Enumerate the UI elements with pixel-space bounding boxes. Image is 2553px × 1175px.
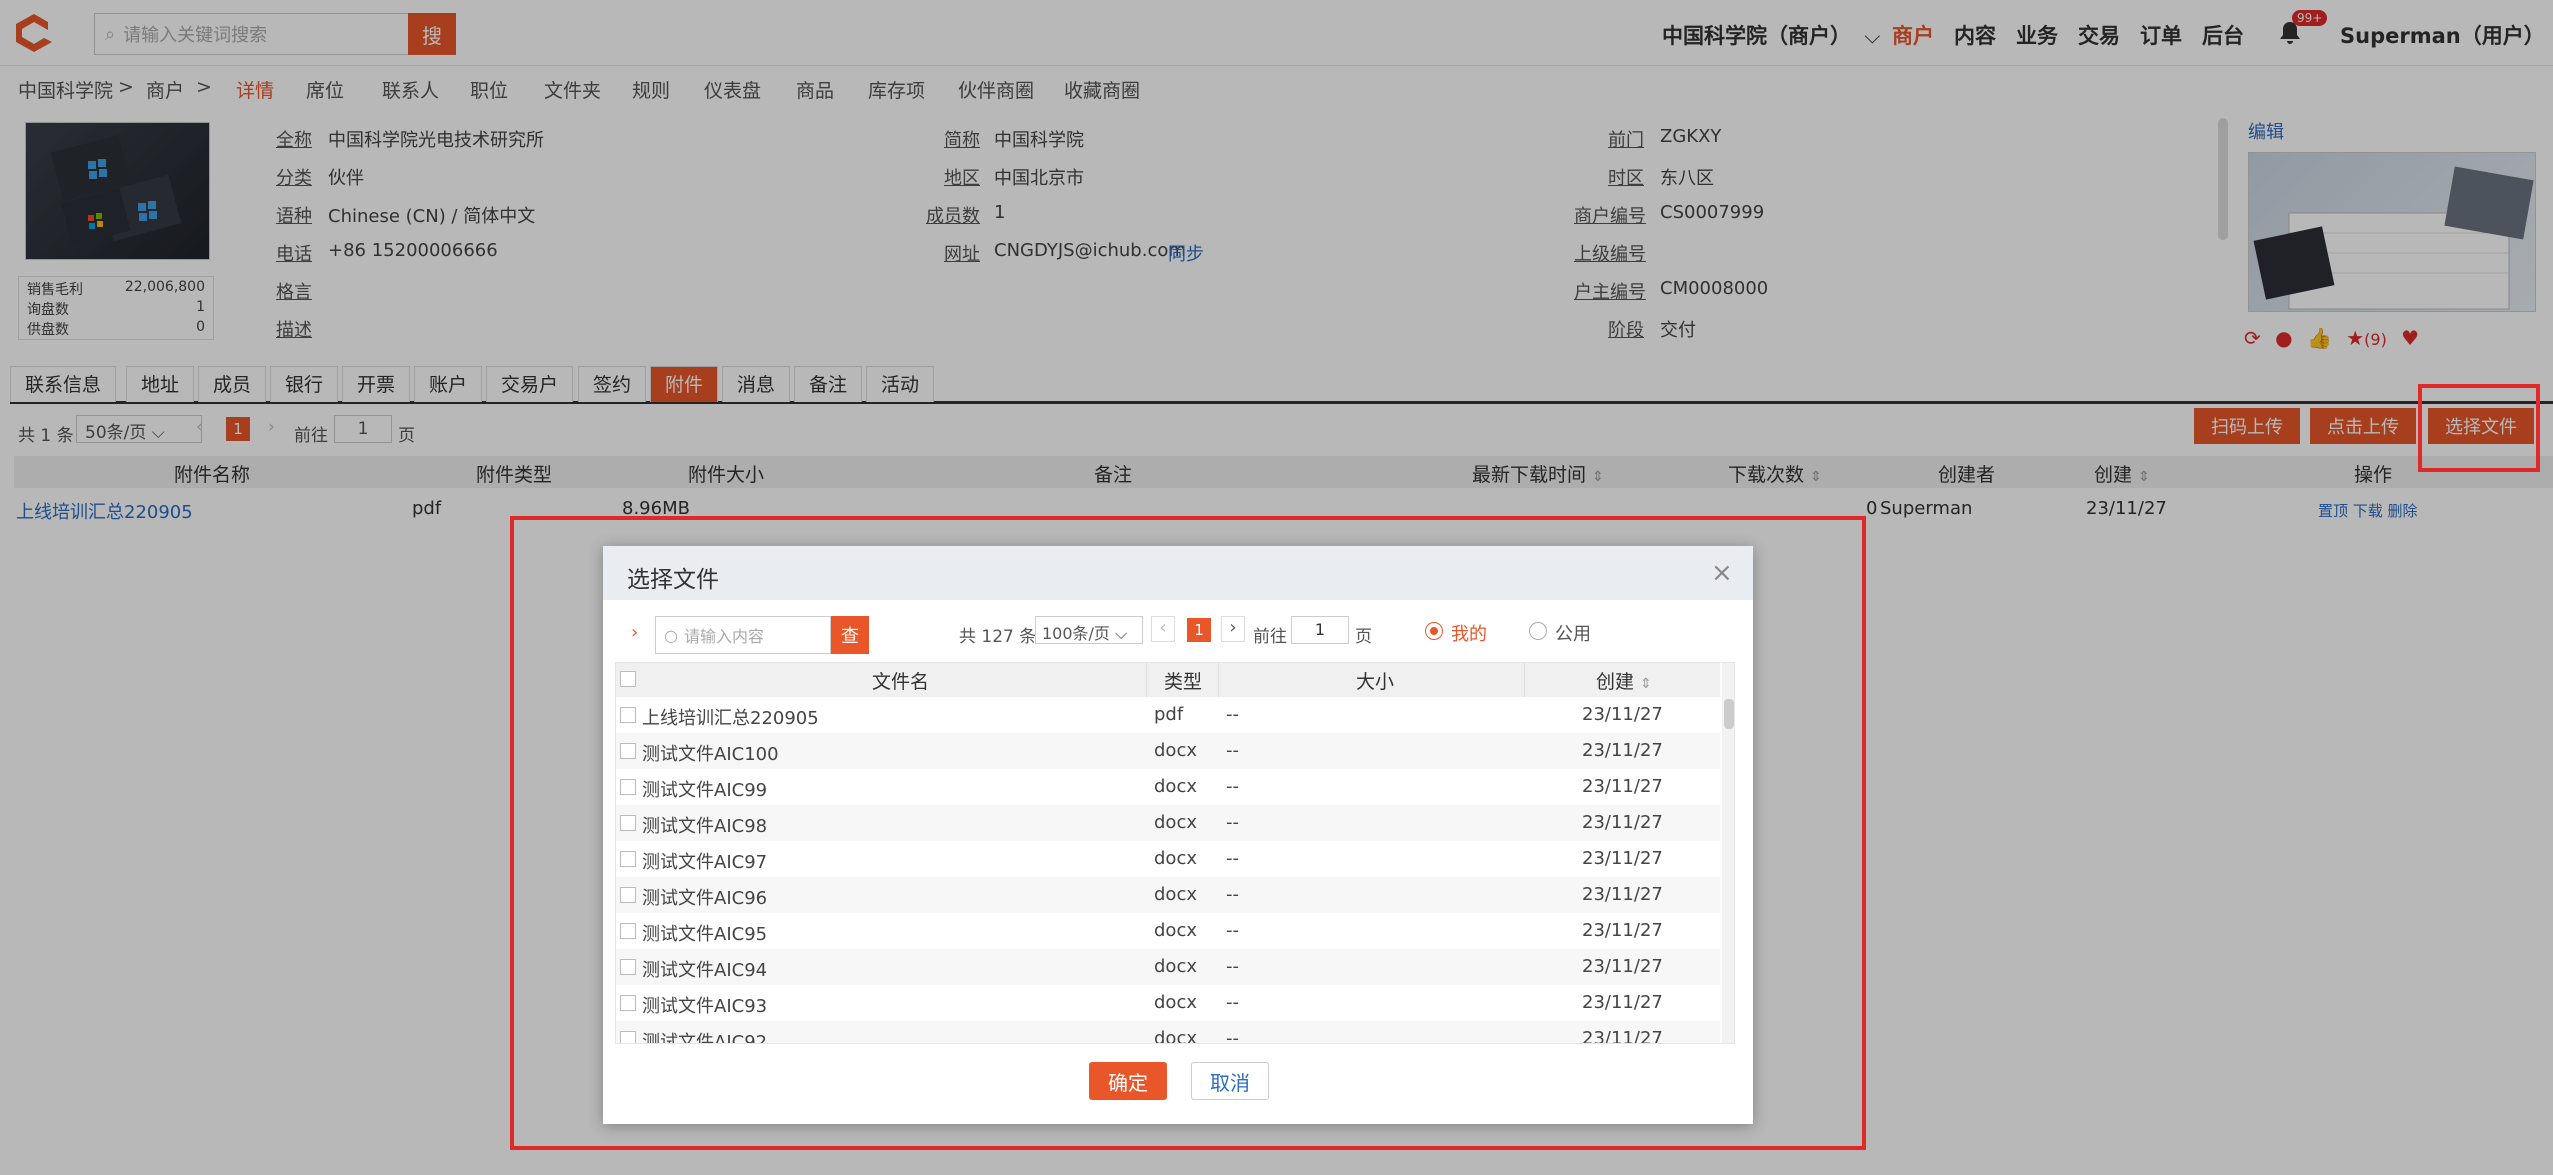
file-size: -- xyxy=(1226,884,1239,905)
file-size: -- xyxy=(1226,812,1239,833)
file-name: 上线培训汇总220905 xyxy=(642,708,819,729)
expand-arrow-icon[interactable]: › xyxy=(631,622,638,643)
file-row[interactable]: 测试文件AIC97 docx -- 23/11/27 xyxy=(616,841,1720,877)
file-type: docx xyxy=(1154,920,1197,941)
file-type: docx xyxy=(1154,956,1197,977)
col-header-filesize: 大小 xyxy=(1356,671,1395,693)
file-row[interactable]: 上线培训汇总220905 pdf -- 23/11/27 xyxy=(616,697,1720,733)
col-header-filetype: 类型 xyxy=(1164,671,1203,693)
radio-public-label: 公用 xyxy=(1555,624,1591,645)
file-size: -- xyxy=(1226,740,1239,761)
file-table-header: 文件名 类型 大小 创建 ⇕ xyxy=(616,663,1720,697)
file-row[interactable]: 测试文件AIC92 docx -- 23/11/27 xyxy=(616,1021,1720,1044)
column-divider xyxy=(1218,663,1219,697)
column-divider xyxy=(1524,663,1525,697)
file-table: 文件名 类型 大小 创建 ⇕ 上线培训汇总220905 pdf -- 23/11… xyxy=(615,662,1735,1044)
file-created: 23/11/27 xyxy=(1582,992,1663,1013)
file-name: 测试文件AIC92 xyxy=(642,1032,768,1044)
column-divider xyxy=(1146,663,1147,697)
dialog-per-page-select[interactable]: 100条/页 ⌵ xyxy=(1035,616,1143,644)
row-checkbox[interactable] xyxy=(620,851,636,867)
file-size: -- xyxy=(1226,848,1239,869)
file-row[interactable]: 测试文件AIC95 docx -- 23/11/27 xyxy=(616,913,1720,949)
row-checkbox[interactable] xyxy=(620,1031,636,1043)
close-icon[interactable]: × xyxy=(1711,558,1733,588)
file-size: -- xyxy=(1226,776,1239,797)
file-created: 23/11/27 xyxy=(1582,884,1663,905)
dialog-goto-label: 前往 xyxy=(1253,627,1287,647)
file-name: 测试文件AIC95 xyxy=(642,924,768,945)
file-created: 23/11/27 xyxy=(1582,812,1663,833)
dialog-prev-page-icon[interactable]: ‹ xyxy=(1151,616,1175,642)
file-created: 23/11/27 xyxy=(1582,704,1663,725)
file-size: -- xyxy=(1226,704,1239,725)
file-row[interactable]: 测试文件AIC94 docx -- 23/11/27 xyxy=(616,949,1720,985)
chevron-down-icon: ⌵ xyxy=(1115,624,1128,643)
file-size: -- xyxy=(1226,992,1239,1013)
radio-mine-label: 我的 xyxy=(1451,624,1487,645)
file-created: 23/11/27 xyxy=(1582,776,1663,797)
dialog-goto-page-input[interactable]: 1 xyxy=(1291,616,1349,644)
file-size: -- xyxy=(1226,920,1239,941)
dialog-total-count: 共 127 条 xyxy=(959,627,1037,647)
file-row[interactable]: 测试文件AIC98 docx -- 23/11/27 xyxy=(616,805,1720,841)
dialog-header: 选择文件 × xyxy=(603,546,1753,600)
file-row[interactable]: 测试文件AIC99 docx -- 23/11/27 xyxy=(616,769,1720,805)
file-table-scroll-thumb[interactable] xyxy=(1724,699,1734,729)
dialog-search-button[interactable]: 查 xyxy=(831,616,869,654)
row-checkbox[interactable] xyxy=(620,995,636,1011)
file-size: -- xyxy=(1226,956,1239,977)
dialog-title: 选择文件 xyxy=(627,567,719,593)
col-header-filename: 文件名 xyxy=(872,671,930,693)
radio-public-circle xyxy=(1529,622,1547,640)
file-name: 测试文件AIC96 xyxy=(642,888,768,909)
file-name: 测试文件AIC94 xyxy=(642,960,768,981)
col-header-label: 创建 xyxy=(1596,671,1635,693)
file-name: 测试文件AIC99 xyxy=(642,780,768,801)
cancel-button[interactable]: 取消 xyxy=(1191,1062,1269,1100)
file-name: 测试文件AIC93 xyxy=(642,996,768,1017)
radio-mine-circle xyxy=(1425,622,1443,640)
file-type: docx xyxy=(1154,992,1197,1013)
dialog-page-unit: 页 xyxy=(1355,627,1372,647)
file-row[interactable]: 测试文件AIC100 docx -- 23/11/27 xyxy=(616,733,1720,769)
file-type: pdf xyxy=(1154,704,1184,725)
file-type: docx xyxy=(1154,776,1197,797)
row-checkbox[interactable] xyxy=(620,779,636,795)
file-name: 测试文件AIC100 xyxy=(642,744,779,765)
dialog-per-page-value: 100条/页 xyxy=(1042,624,1110,643)
confirm-button[interactable]: 确定 xyxy=(1089,1062,1167,1100)
col-header-filecreated[interactable]: 创建 ⇕ xyxy=(1596,667,1652,694)
file-type: docx xyxy=(1154,848,1197,869)
file-row[interactable]: 测试文件AIC93 docx -- 23/11/27 xyxy=(616,985,1720,1021)
dialog-search-placeholder: 请输入内容 xyxy=(683,627,764,646)
file-type: docx xyxy=(1154,884,1197,905)
search-icon: ○ xyxy=(664,625,678,645)
file-size: -- xyxy=(1226,1028,1239,1044)
row-checkbox[interactable] xyxy=(620,815,636,831)
dialog-current-page[interactable]: 1 xyxy=(1187,618,1211,642)
row-checkbox[interactable] xyxy=(620,887,636,903)
dialog-next-page-icon[interactable]: › xyxy=(1221,616,1245,642)
dialog-search-input[interactable]: ○ 请输入内容 xyxy=(655,616,831,654)
file-created: 23/11/27 xyxy=(1582,848,1663,869)
highlight-choose-file xyxy=(2418,384,2540,472)
file-created: 23/11/27 xyxy=(1582,956,1663,977)
row-checkbox[interactable] xyxy=(620,743,636,759)
file-row[interactable]: 测试文件AIC96 docx -- 23/11/27 xyxy=(616,877,1720,913)
file-created: 23/11/27 xyxy=(1582,920,1663,941)
row-checkbox[interactable] xyxy=(620,959,636,975)
row-checkbox[interactable] xyxy=(620,923,636,939)
file-name: 测试文件AIC98 xyxy=(642,816,768,837)
select-all-checkbox[interactable] xyxy=(620,671,636,687)
file-type: docx xyxy=(1154,812,1197,833)
choose-file-dialog: 选择文件 × › ○ 请输入内容 查 共 127 条 100条/页 ⌵ ‹ 1 … xyxy=(603,546,1753,1124)
file-created: 23/11/27 xyxy=(1582,1028,1663,1044)
sort-icon: ⇕ xyxy=(1640,676,1652,692)
row-checkbox[interactable] xyxy=(620,707,636,723)
file-created: 23/11/27 xyxy=(1582,740,1663,761)
file-name: 测试文件AIC97 xyxy=(642,852,768,873)
file-type: docx xyxy=(1154,740,1197,761)
file-type: docx xyxy=(1154,1028,1197,1044)
